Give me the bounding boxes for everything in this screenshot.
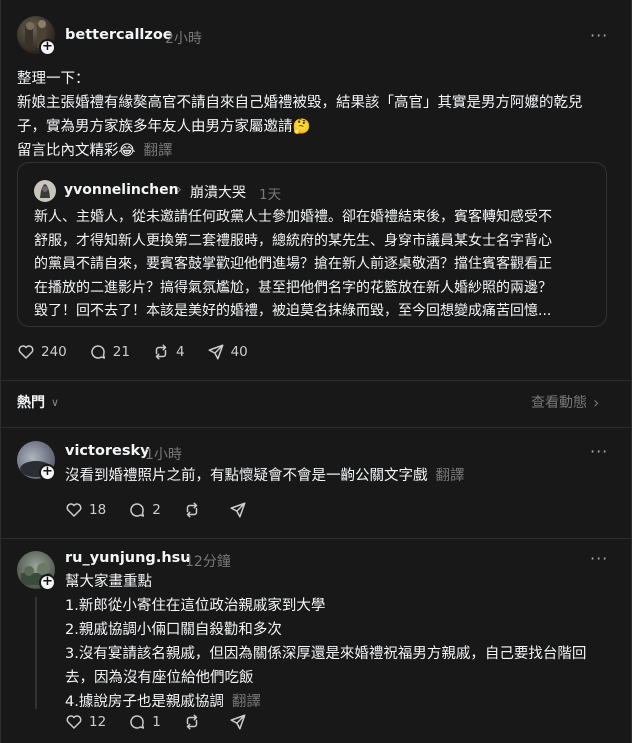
comment-icon [91,345,105,359]
post-line: 新娘主張婚禮有緣獒高官不請自來自己婚禮被毀，結果該「高官」其實是男方阿嬤的乾兒 [17,95,583,111]
post-username[interactable]: bettercallzoe [65,27,173,43]
more-options-icon[interactable]: ··· [590,549,608,568]
comment-line: 去，因為沒有座位給他們吃飯 [65,670,254,686]
quote-line: 舒服，才得知新人更換第二套禮服時，總統府的某先生、身穿市議員某女士名字背心 [34,232,552,249]
comment-icon [130,715,145,729]
quote-topic-tag[interactable]: 崩潰大哭 [190,182,246,202]
share-button[interactable]: 40 [207,343,248,361]
comment-line: 1.新郎從小寄住在這位政治親戚家到大學 [65,598,326,614]
translate-link[interactable]: 翻譯 [436,468,465,484]
repost-icon [155,344,167,360]
heart-icon [18,345,34,359]
comment-time[interactable]: 1小時 [145,444,182,464]
quote-line: 毀了！回不去了！本該是美好的婚禮，被迫莫名抹綠而毀，至今回想變成痛苦回憶... [34,303,552,319]
comment-line: 3.沒有宴請該名親戚，但因為關係深厚還是來婚禮祝福男方親戚，自己要找台階回 [65,646,587,662]
translate-link[interactable]: 翻譯 [143,143,172,159]
reply-count: 21 [112,344,130,360]
send-icon [230,502,246,518]
follow-plus-icon[interactable]: + [39,39,56,56]
chevron-down-icon: ∨ [51,395,60,409]
quote-line: 在播放的二進影片？搞得氣氛尷尬，甚至把他們名字的花籃放在新人婚紗照的兩邊？ [34,279,552,296]
quote-line: 的黨員不請自來，要賓客鼓掌歡迎他們進場？搶在新人前逐桌敬酒？擋住賓客觀看正 [34,256,552,272]
sort-label: 熱門 [17,395,45,411]
share-button[interactable] [229,501,253,519]
repost-icon [186,714,198,730]
thread-line [35,597,37,709]
divider [1,538,631,539]
quote-username[interactable]: yvonnelinchen [64,182,179,198]
reply-count: 2 [152,502,161,518]
quote-line: 新人、主婚人，從未邀請任何政黨人士參加婚禮。卻在婚禮結束後，賓客轉知感受不 [34,209,552,225]
topic-chevron-icon: › [176,180,182,198]
comment-icon [130,503,145,517]
comment-line: 2.親戚協調小倆口關自殺勸和多次 [65,622,282,638]
like-count: 240 [41,344,67,360]
comment-body: 幫大家畫重點 1.新郎從小寄住在這位政治親戚家到大學 2.親戚協調小倆口關自殺勸… [65,570,617,714]
reply-button[interactable]: 1 [128,713,161,731]
post-body: 整理一下： 新娘主張婚禮有緣獒高官不請自來自己婚禮被毀，結果該「高官」其實是男方… [17,67,617,163]
post-time[interactable]: 2小時 [165,28,202,48]
comment-body: 沒看到婚禮照片之前，有點懷疑會不會是一齣公關文字戲 翻譯 [65,464,615,488]
repost-button[interactable] [183,713,207,731]
threads-frame: + bettercallzoe 2小時 ··· 整理一下： 新娘主張婚禮有緣獒高… [0,0,632,743]
heart-icon [66,715,82,729]
heart-icon [66,503,82,517]
quote-body: 新人、主婚人，從未邀請任何政黨人士參加婚禮。卻在婚禮結束後，賓客轉知感受不 舒服… [34,206,599,324]
post-line: 留言比內文精彩😂 [17,143,136,159]
like-button[interactable]: 240 [17,343,67,361]
comment-username[interactable]: ru_yunjung.hsu [65,550,191,566]
quote-avatar[interactable] [34,180,56,202]
like-count: 12 [89,714,107,730]
repost-button[interactable]: 4 [152,343,185,361]
follow-plus-icon[interactable]: + [39,464,56,481]
view-activity-label: 查看動態 [531,395,587,411]
translate-link[interactable]: 翻譯 [232,694,261,710]
sort-dropdown[interactable]: 熱門 ∨ [17,392,59,412]
repost-count: 4 [175,344,185,360]
comment-actions: 12 1 [65,713,275,731]
post-line: 整理一下： [17,71,90,87]
like-count: 18 [89,502,107,518]
like-button[interactable]: 18 [65,501,106,519]
comment-line: 幫大家畫重點 [65,574,152,590]
like-button[interactable]: 12 [65,713,106,731]
reply-count: 1 [152,714,161,730]
repost-button[interactable] [183,501,207,519]
quote-time[interactable]: 1天 [259,183,281,203]
repost-icon [186,502,198,518]
view-activity-link[interactable]: 查看動態 › [531,392,599,412]
post-line: 子，實為男方家族多年友人由男方家屬邀請🤔 [17,119,311,135]
send-icon [208,344,224,360]
follow-plus-icon[interactable]: + [39,574,56,591]
more-options-icon[interactable]: ··· [590,26,608,45]
reply-button[interactable]: 21 [89,343,130,361]
quote-avatar-photo [40,184,50,198]
comment-time[interactable]: 12分鐘 [185,551,231,571]
comment-line: 沒看到婚禮照片之前，有點懷疑會不會是一齣公關文字戲 [65,468,428,484]
share-button[interactable] [229,713,253,731]
comment-line: 4.據說房子也是親戚協調 [65,694,224,710]
comment-actions: 18 2 [65,501,275,519]
post-actions: 240 21 4 40 [17,343,270,361]
share-count: 40 [230,344,248,360]
divider [1,427,631,428]
send-icon [230,714,246,730]
reply-button[interactable]: 2 [128,501,161,519]
chevron-right-icon: › [593,392,600,412]
divider [1,380,631,381]
more-options-icon[interactable]: ··· [590,442,608,461]
comment-username[interactable]: victoresky [65,443,150,459]
quoted-post[interactable]: yvonnelinchen › 崩潰大哭 1天 新人、主婚人，從未邀請任何政黨人… [17,162,607,327]
